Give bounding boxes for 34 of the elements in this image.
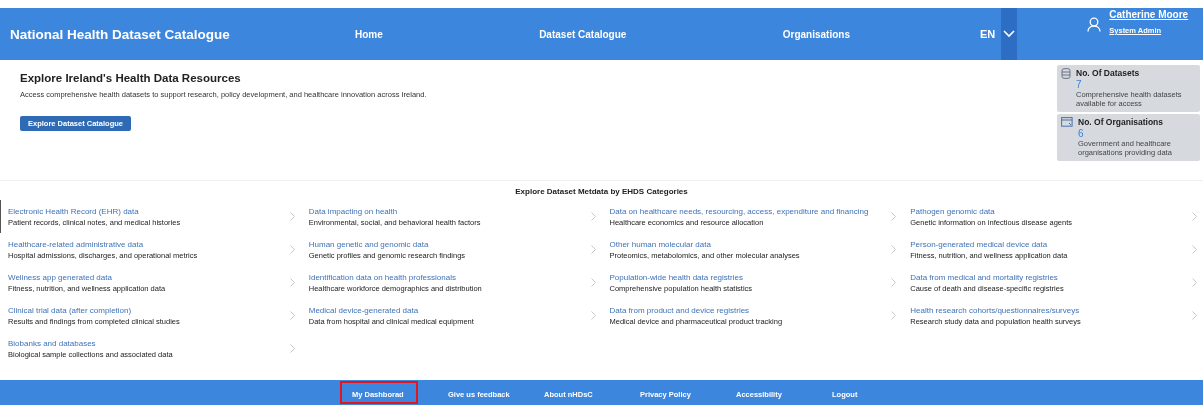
chevron-right-icon <box>289 311 295 320</box>
database-icon <box>1061 68 1071 79</box>
stat-value: 7 <box>1076 80 1083 90</box>
chevron-right-icon <box>289 245 295 254</box>
chevron-right-icon <box>289 344 295 353</box>
chevron-right-icon <box>1192 278 1197 287</box>
chevron-right-icon <box>289 278 295 287</box>
chevron-right-icon <box>891 245 897 254</box>
chevron-right-icon <box>590 278 596 287</box>
language-dropdown-button[interactable] <box>1001 8 1018 60</box>
chevron-right-icon <box>590 311 596 320</box>
user-icon <box>1087 17 1102 32</box>
chevron-right-icon <box>891 278 897 287</box>
nav-link[interactable]: Dataset Catalogue <box>539 28 627 40</box>
chevron-down-icon <box>1003 30 1016 38</box>
chevron-right-icon <box>891 212 897 221</box>
chevron-right-icon <box>1192 212 1197 221</box>
chevron-right-icon <box>1192 311 1197 320</box>
chevron-right-icon <box>1192 245 1197 254</box>
hero-title: Explore Ireland's Health Data Resources <box>20 72 242 84</box>
nav-link[interactable]: Home <box>355 28 383 40</box>
site-title: National Health Dataset Catalogue <box>9 26 231 42</box>
chevron-right-icon <box>590 212 596 221</box>
categories-heading: Explore Dataset Metdata by EHDS Categories <box>514 187 689 196</box>
stat-title: No. Of Datasets <box>1076 68 1141 78</box>
chevron-right-icon <box>891 311 897 320</box>
calendar-icon <box>1061 116 1073 127</box>
user-name-link[interactable]: Catherine Moore <box>1109 9 1189 20</box>
stat-title: No. Of Organisations <box>1078 116 1164 127</box>
stat-value: 6 <box>1078 128 1085 139</box>
chevron-right-icon <box>590 245 596 254</box>
language-label: EN <box>980 28 996 40</box>
chevron-right-icon <box>289 212 295 221</box>
nav-link[interactable]: Organisations <box>782 28 850 40</box>
